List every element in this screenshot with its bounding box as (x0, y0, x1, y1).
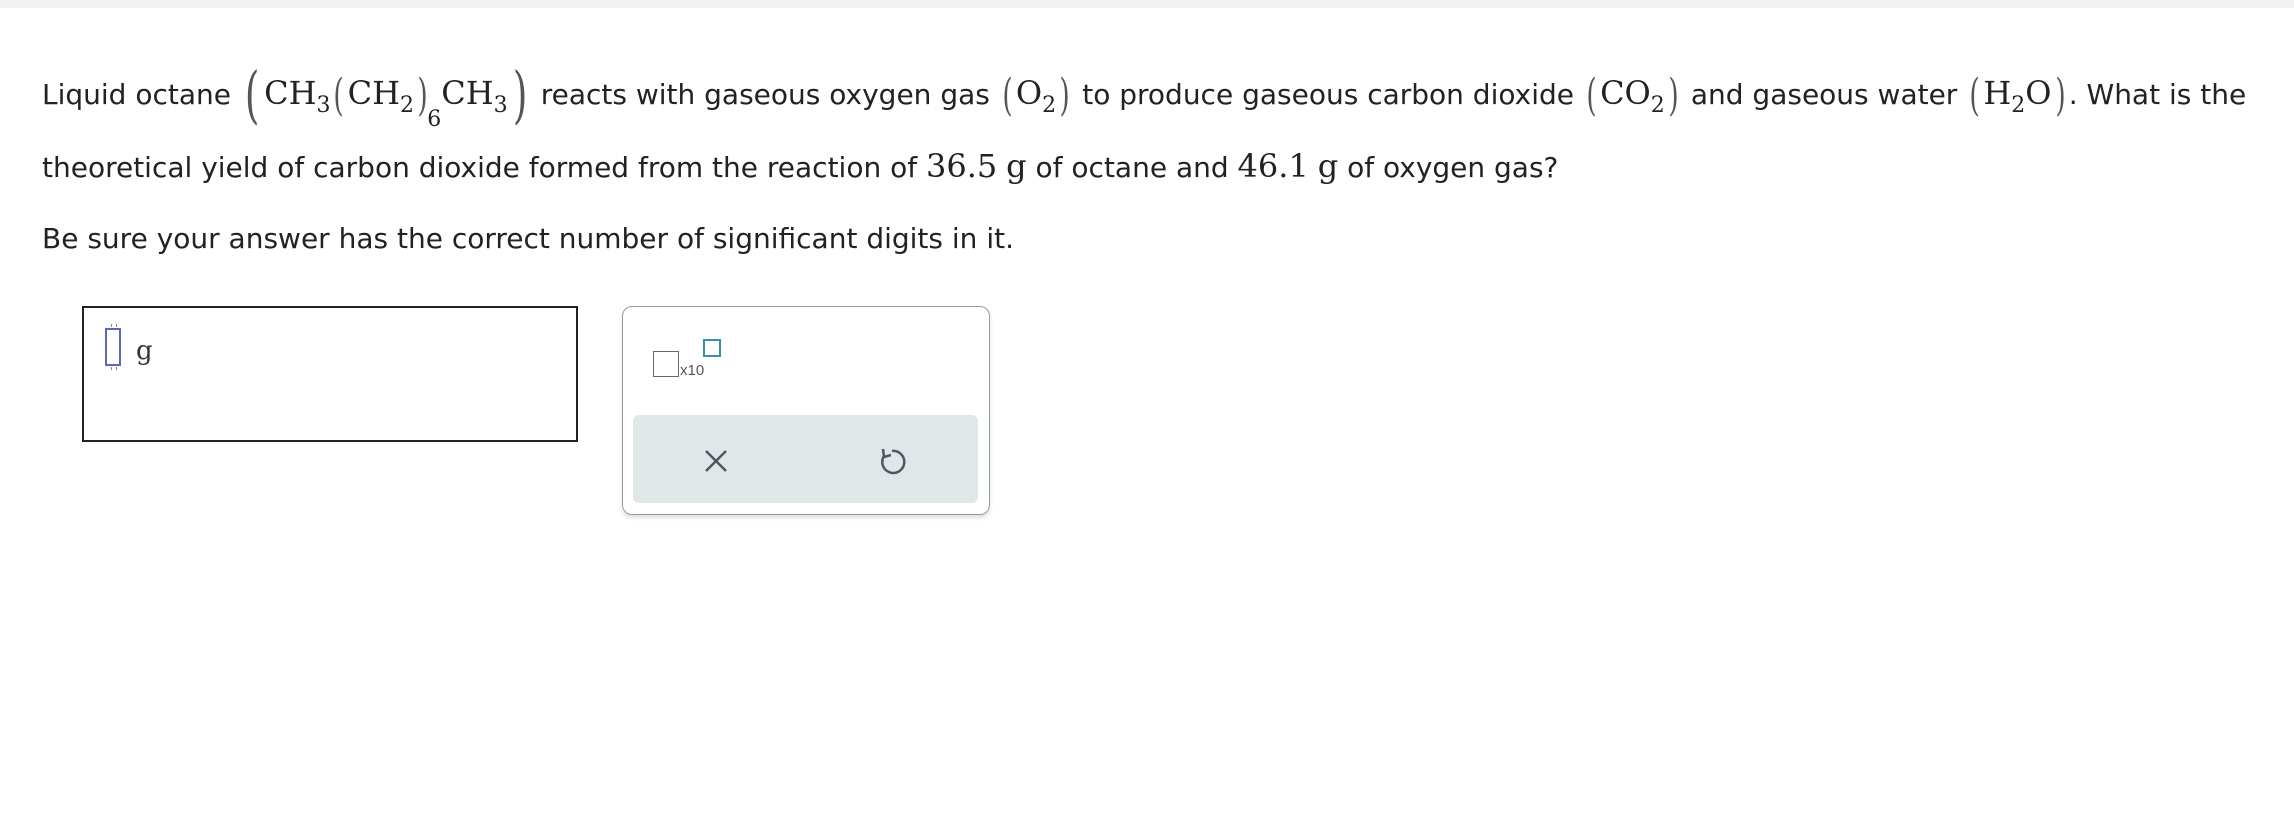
question-text: to produce gaseous carbon dioxide (1073, 78, 1583, 111)
oxygen-mass: 46.1 (1237, 147, 1309, 185)
octane-mass: 36.5 (926, 147, 998, 185)
question-text: . What is the (2068, 78, 2247, 111)
answer-input[interactable]: g (82, 306, 578, 442)
significant-digits-instruction: Be sure your answer has the correct numb… (42, 222, 1014, 255)
x10-label: x10 (680, 362, 705, 379)
paren-open: ( (244, 58, 260, 131)
question-text: Liquid octane (42, 78, 240, 111)
top-bar (0, 0, 2294, 8)
question-text: theoretical yield of carbon dioxide form… (42, 151, 926, 184)
undo-icon[interactable] (872, 441, 912, 481)
oxygen-formula: O2 (1015, 74, 1057, 118)
octane-formula: CH3(CH2)6CH3 (264, 70, 508, 133)
question-text: of oxygen gas? (1338, 151, 1559, 184)
question-line-1: Liquid octane (CH3(CH2)6CH3) reacts with… (42, 58, 2247, 133)
tool-footer (633, 415, 978, 503)
math-tool-panel: x10 (622, 306, 990, 515)
answer-cursor-placeholder[interactable] (105, 324, 121, 370)
close-x-icon[interactable] (696, 441, 736, 481)
co2-formula: CO2 (1600, 74, 1665, 118)
question-line-2: theoretical yield of carbon dioxide form… (42, 146, 1558, 188)
question-text: and gaseous water (1681, 78, 1967, 111)
question-text: reacts with gaseous oxygen gas (531, 78, 999, 111)
paren-close: ) (512, 58, 527, 131)
water-formula: H2O (1983, 74, 2052, 118)
octane-mass-unit: g (1006, 147, 1027, 185)
mantissa-box-icon (653, 351, 679, 377)
answer-unit: g (136, 336, 153, 366)
scientific-notation-button[interactable]: x10 (653, 339, 723, 385)
exponent-box-icon (703, 339, 721, 357)
question-text: of octane and (1026, 151, 1238, 184)
oxygen-mass-unit: g (1317, 147, 1339, 185)
